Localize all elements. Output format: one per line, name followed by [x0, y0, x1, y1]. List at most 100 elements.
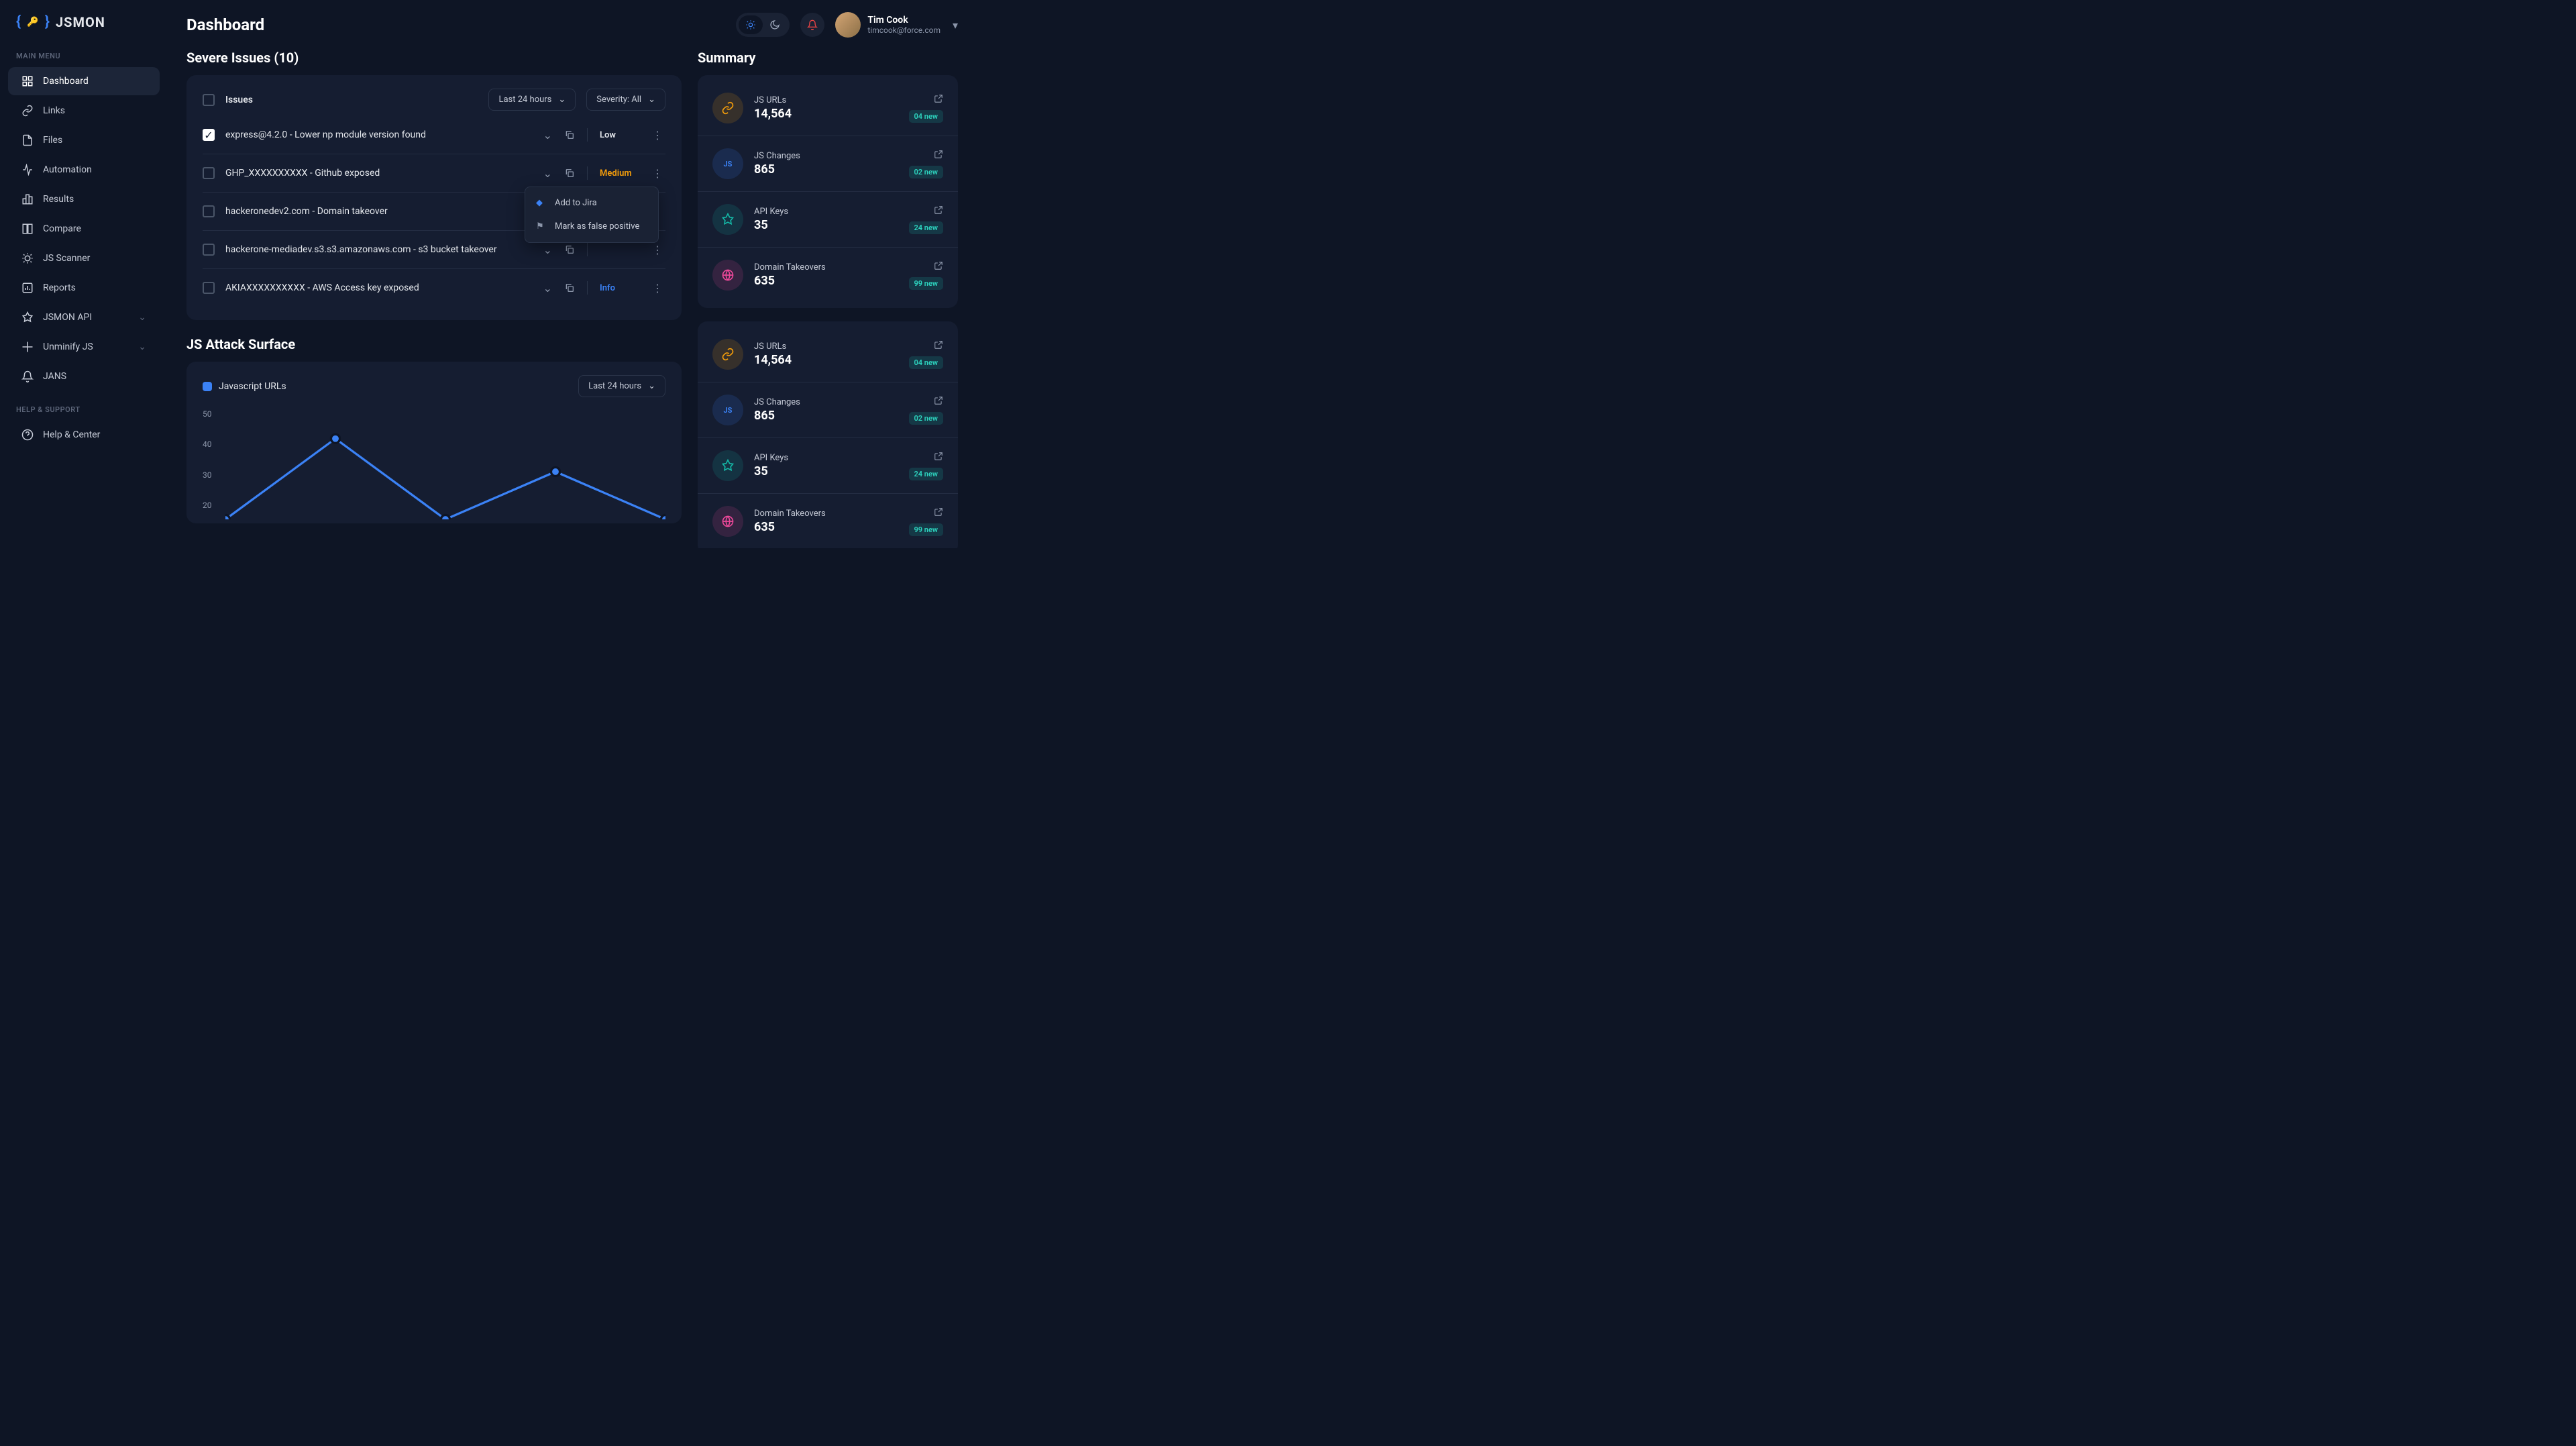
summary-label: JS Changes — [754, 151, 898, 161]
issue-row: ✓ express@4.2.0 - Lower np module versio… — [203, 116, 665, 154]
mark-false-positive-action[interactable]: ⚑Mark as false positive — [525, 215, 658, 238]
summary-icon — [712, 506, 743, 537]
select-all-checkbox[interactable] — [203, 94, 215, 106]
sidebar-item-help[interactable]: Help & Center — [8, 421, 160, 449]
sidebar-item-files[interactable]: Files — [8, 126, 160, 154]
summary-value: 635 — [754, 274, 898, 288]
sidebar-item-js-scanner[interactable]: JS Scanner — [8, 244, 160, 272]
external-link-icon[interactable] — [934, 205, 943, 215]
sidebar-item-compare[interactable]: Compare — [8, 215, 160, 243]
new-count-badge: 04 new — [909, 110, 944, 123]
expand-icon[interactable]: ⌄ — [543, 129, 552, 142]
sidebar-item-dashboard[interactable]: Dashboard — [8, 67, 160, 95]
api-icon — [21, 311, 34, 323]
issue-checkbox[interactable]: ✓ — [203, 129, 215, 141]
summary-value: 635 — [754, 520, 898, 534]
sidebar-item-label: Help & Center — [43, 429, 100, 440]
summary-icon — [712, 260, 743, 291]
row-menu-button[interactable]: ⋮ — [649, 244, 665, 256]
sidebar-item-reports[interactable]: Reports — [8, 274, 160, 302]
summary-row: JS URLs 14,564 04 new — [698, 327, 958, 382]
logo-brace-icon: { — [16, 13, 21, 30]
chevron-down-icon: ⌄ — [648, 95, 655, 105]
y-tick: 50 — [203, 409, 212, 419]
issue-title: express@4.2.0 - Lower np module version … — [225, 130, 533, 140]
issue-checkbox[interactable] — [203, 244, 215, 256]
time-filter-dropdown[interactable]: Last 24 hours ⌄ — [488, 89, 576, 111]
copy-icon[interactable] — [564, 130, 575, 140]
severity-badge: Info — [600, 283, 637, 293]
sidebar-item-automation[interactable]: Automation — [8, 156, 160, 184]
light-mode-button[interactable] — [739, 15, 763, 34]
external-link-icon[interactable] — [934, 452, 943, 461]
file-icon — [21, 134, 34, 146]
copy-icon[interactable] — [564, 282, 575, 293]
chart-time-filter[interactable]: Last 24 hours ⌄ — [578, 375, 665, 397]
external-link-icon[interactable] — [934, 507, 943, 517]
sidebar-item-label: JS Scanner — [43, 253, 90, 264]
copy-icon[interactable] — [564, 244, 575, 255]
new-count-badge: 99 new — [909, 523, 944, 536]
issue-title: AKIAXXXXXXXXXX - AWS Access key exposed — [225, 282, 533, 293]
logo-brace-icon: } — [45, 13, 50, 30]
bug-icon — [21, 252, 34, 264]
chevron-down-icon: ⌄ — [558, 95, 566, 105]
external-link-icon[interactable] — [934, 150, 943, 159]
severity-badge: Medium — [600, 168, 637, 178]
results-icon — [21, 193, 34, 205]
summary-label: JS URLs — [754, 95, 898, 105]
issue-checkbox[interactable] — [203, 167, 215, 179]
expand-icon[interactable]: ⌄ — [543, 167, 552, 180]
sidebar-item-results[interactable]: Results — [8, 185, 160, 213]
sidebar-item-jans[interactable]: JANS — [8, 362, 160, 391]
add-to-jira-action[interactable]: ◆Add to Jira — [525, 191, 658, 215]
summary-label: API Keys — [754, 453, 898, 463]
help-icon — [21, 429, 34, 441]
expand-icon[interactable]: ⌄ — [543, 244, 552, 256]
dark-mode-button[interactable] — [763, 15, 787, 34]
summary-icon: JS — [712, 395, 743, 425]
external-link-icon[interactable] — [934, 340, 943, 350]
new-count-badge: 99 new — [909, 277, 944, 290]
expand-icon — [21, 341, 34, 353]
expand-icon[interactable]: ⌄ — [543, 282, 552, 295]
sidebar-item-label: Compare — [43, 223, 81, 234]
notifications-button[interactable] — [800, 13, 824, 37]
external-link-icon[interactable] — [934, 94, 943, 103]
issues-header-label: Issues — [225, 95, 253, 105]
jira-icon: ◆ — [536, 198, 547, 208]
user-menu[interactable]: Tim Cook timcook@force.com ▾ — [835, 12, 958, 38]
logo[interactable]: {🔑} JSMON — [0, 13, 168, 46]
issues-panel: Issues Last 24 hours ⌄ Severity: All ⌄ ✓… — [186, 75, 682, 320]
external-link-icon[interactable] — [934, 261, 943, 270]
y-tick: 30 — [203, 470, 212, 480]
severity-filter-dropdown[interactable]: Severity: All ⌄ — [586, 89, 665, 111]
issue-row: GHP_XXXXXXXXXX - Github exposed ⌄ Medium… — [203, 154, 665, 192]
summary-title: Summary — [698, 50, 958, 66]
row-menu-button[interactable]: ⋮ — [649, 282, 665, 295]
chart-icon — [21, 282, 34, 294]
sidebar-item-links[interactable]: Links — [8, 97, 160, 125]
chevron-down-icon: ⌄ — [138, 342, 146, 352]
sidebar-item-unminify[interactable]: Unminify JS ⌄ — [8, 333, 160, 361]
y-tick: 20 — [203, 501, 212, 510]
new-count-badge: 24 new — [909, 221, 944, 234]
y-tick: 40 — [203, 440, 212, 449]
row-menu-button[interactable]: ⋮ — [649, 129, 665, 142]
theme-toggle[interactable] — [736, 13, 790, 37]
row-menu-button[interactable]: ⋮ — [649, 167, 665, 180]
summary-icon — [712, 93, 743, 123]
link-icon — [21, 105, 34, 117]
sidebar-section-main: MAIN MENU — [0, 46, 168, 66]
row-actions-popup: ◆Add to Jira ⚑Mark as false positive — [525, 187, 659, 243]
flag-icon: ⚑ — [536, 221, 547, 231]
summary-value: 35 — [754, 464, 898, 478]
summary-row: JS JS Changes 865 02 new — [698, 136, 958, 191]
sidebar-item-label: Results — [43, 194, 74, 205]
copy-icon[interactable] — [564, 168, 575, 178]
external-link-icon[interactable] — [934, 396, 943, 405]
issue-checkbox[interactable] — [203, 205, 215, 217]
summary-label: JS URLs — [754, 342, 898, 352]
sidebar-item-jsmon-api[interactable]: JSMON API ⌄ — [8, 303, 160, 331]
issue-checkbox[interactable] — [203, 282, 215, 294]
